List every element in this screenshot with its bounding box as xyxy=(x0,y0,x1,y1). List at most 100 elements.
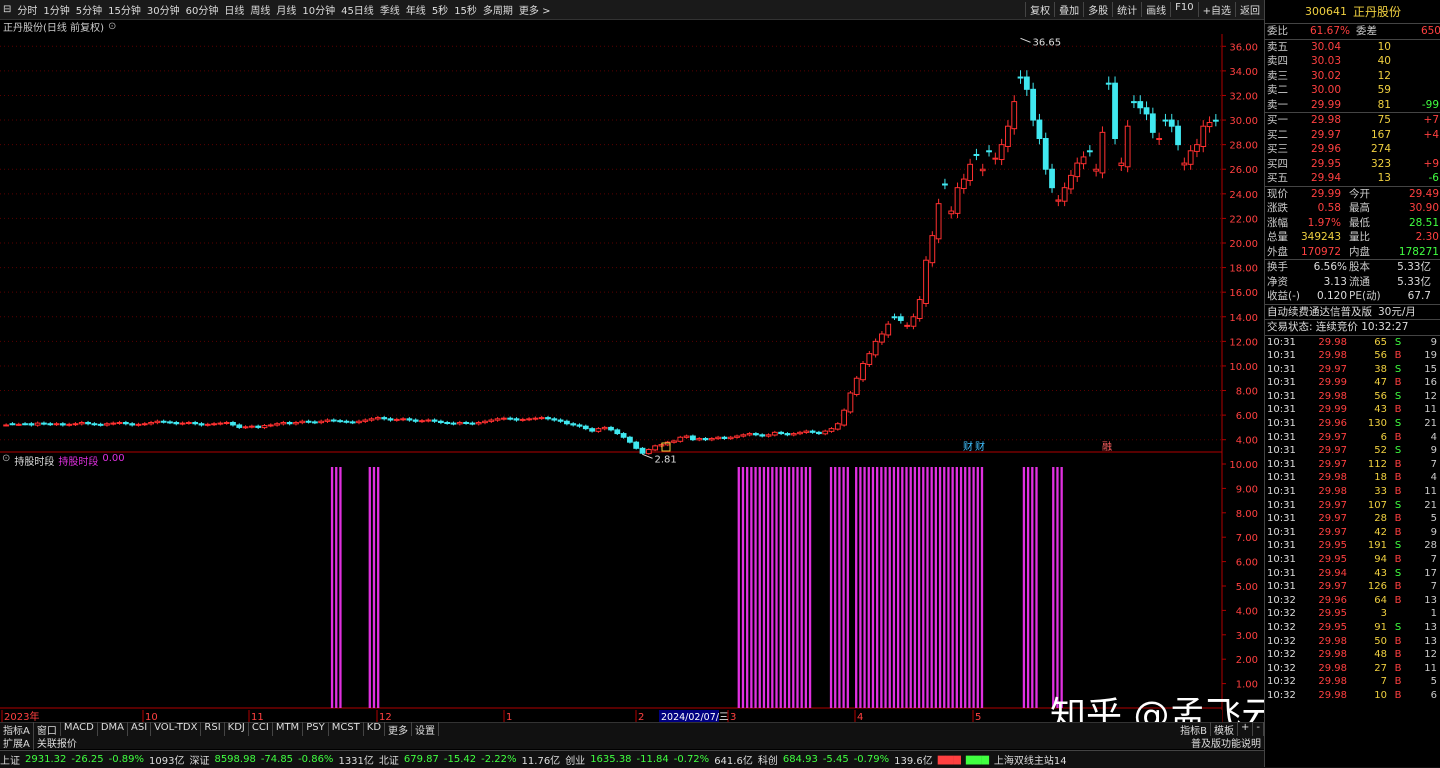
hold-bar xyxy=(741,467,745,708)
hold-bar xyxy=(938,467,942,708)
indicator-title: 持股时段 xyxy=(14,457,55,468)
tick-price: 29.99 xyxy=(1318,404,1347,416)
tick-row: 10:32 29.95 3 1 xyxy=(1265,607,1440,621)
hold-bar xyxy=(930,467,933,708)
expand-a-tab[interactable]: 扩展A xyxy=(0,735,34,750)
candle xyxy=(1086,150,1093,153)
tick-count: 4 xyxy=(1430,472,1437,484)
candle xyxy=(28,423,35,426)
hold-bar xyxy=(796,467,799,708)
indicator-tab[interactable]: ASI xyxy=(128,722,152,737)
order-row: 卖一 29.99 81 -99 xyxy=(1265,98,1440,113)
kline-chart[interactable]: 36.0034.0032.0030.0028.0026.0024.0022.00… xyxy=(0,0,1264,722)
candle xyxy=(1131,101,1137,104)
tick-volume: 42 xyxy=(1374,526,1387,538)
tick-row: 10:31 29.98 33 B 11 xyxy=(1265,485,1440,499)
indicator-tabs: 指标A 窗口 MACD DMA ASI VOL-TDX RSI KDJ CCI MTM PSY MCS… xyxy=(0,722,1264,737)
tick-volume: 65 xyxy=(1374,336,1387,348)
order-volume: 75 xyxy=(1377,114,1391,126)
indicator-tab[interactable]: PSY xyxy=(303,722,329,737)
quote-value: 170972 xyxy=(1301,245,1342,258)
indicator-tab[interactable]: 更多 xyxy=(385,722,413,737)
hold-bar xyxy=(377,467,380,708)
tick-row: 10:32 29.95 91 S 13 xyxy=(1265,621,1440,635)
candle xyxy=(645,449,652,455)
tick-side: S xyxy=(1394,418,1402,430)
tick-row: 10:31 29.96 130 S 21 xyxy=(1265,417,1440,431)
candle xyxy=(576,424,583,427)
candle xyxy=(236,424,243,428)
indicator-name: 持股时段 xyxy=(58,457,99,468)
fundamental-row: 换手 6.56% 股本 5.33亿 xyxy=(1265,260,1440,275)
hold-bar xyxy=(339,467,342,708)
candle xyxy=(589,428,595,432)
candle xyxy=(393,418,400,421)
order-volume: 40 xyxy=(1377,55,1391,67)
candle xyxy=(746,433,753,436)
high-pointer xyxy=(1020,37,1031,43)
candle xyxy=(53,423,60,426)
tick-side: S xyxy=(1394,363,1402,375)
tick-side: B xyxy=(1394,635,1402,647)
candle xyxy=(488,419,495,422)
tick-side: B xyxy=(1394,458,1402,470)
candle xyxy=(1036,119,1043,139)
order-price: 29.96 xyxy=(1310,143,1341,155)
help-link[interactable]: 普及版功能说明 xyxy=(1188,735,1264,750)
indicator-tab[interactable]: CCI xyxy=(249,722,273,737)
candle xyxy=(639,447,646,454)
candle xyxy=(803,430,810,433)
server-name[interactable]: 上海双线主站14 xyxy=(994,752,1072,767)
indicator-tab[interactable]: DMA xyxy=(98,722,128,737)
event-marker: 财 xyxy=(975,440,985,453)
indicator-tab[interactable]: KD xyxy=(364,722,386,737)
tick-side: B xyxy=(1394,554,1402,565)
candle xyxy=(809,430,816,433)
candle xyxy=(1112,82,1118,139)
tick-price: 29.99 xyxy=(1318,377,1347,389)
order-label: 卖一 xyxy=(1267,98,1288,111)
quote-row: 总量 349243 量比 2.30 xyxy=(1265,230,1440,245)
hold-bar xyxy=(888,467,891,708)
tick-volume: 38 xyxy=(1374,363,1387,375)
candle xyxy=(349,421,356,424)
stock-code: 300641 xyxy=(1304,5,1347,18)
indicator-tab[interactable]: 设置 xyxy=(412,722,440,737)
indicator-tab[interactable]: VOL-TDX xyxy=(151,722,202,737)
candle xyxy=(299,420,306,424)
order-label: 卖四 xyxy=(1267,55,1288,67)
candle xyxy=(765,434,772,437)
market-status-bar: 上证 2931.32 -26.25 -0.89% 1093亿 深证 8598.9… xyxy=(0,750,1440,768)
tick-list[interactable]: 10:31 29.98 65 S 9 10:31 29.98 56 B 19 10:31 29.97 3… xyxy=(1265,336,1440,703)
indicator-tab[interactable]: MCST xyxy=(329,722,364,737)
candle xyxy=(469,422,476,425)
candle xyxy=(627,436,633,443)
hold-bar xyxy=(787,467,791,708)
hold-bar xyxy=(758,467,761,708)
hold-bar xyxy=(842,467,845,708)
candle xyxy=(885,323,892,336)
tick-count: 12 xyxy=(1424,649,1437,661)
related-quote-tab[interactable]: 关联报价 xyxy=(34,735,80,750)
indicator-menu-icon[interactable]: ⊙ xyxy=(2,453,10,468)
ad-row[interactable]: 自动续费通达信普及版 30元/月 xyxy=(1265,305,1440,320)
candle xyxy=(513,418,520,421)
candle xyxy=(381,417,388,420)
tick-price: 29.98 xyxy=(1318,635,1347,647)
y-tick-label: 26.00 xyxy=(1229,165,1258,176)
quote-row: 涨幅 1.97% 最低 28.51 xyxy=(1265,216,1440,231)
sz-index: 8598.98 xyxy=(214,754,256,765)
kc-label: 科创 xyxy=(757,756,778,767)
hold-bar xyxy=(884,467,887,708)
indicator-tab[interactable]: MTM xyxy=(273,722,304,737)
tick-price: 29.96 xyxy=(1318,594,1347,606)
indicator-tab[interactable]: RSI xyxy=(201,722,225,737)
candle xyxy=(406,418,413,421)
tick-time: 10:31 xyxy=(1267,581,1296,593)
candle xyxy=(15,423,22,426)
sz-label: 深证 xyxy=(189,756,210,767)
indicator-tab[interactable]: KDJ xyxy=(225,722,249,737)
hold-bar xyxy=(905,467,908,708)
quote-key: 内盘 xyxy=(1349,245,1370,258)
candle xyxy=(1042,138,1049,170)
